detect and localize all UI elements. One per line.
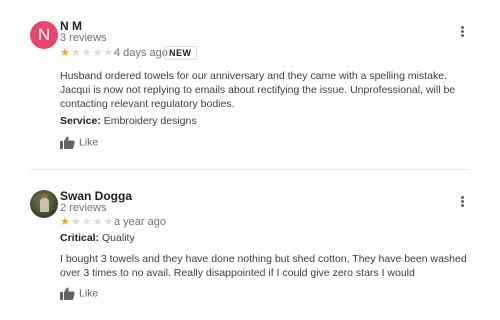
more-options-icon[interactable] [457,25,467,39]
reviewer-name[interactable]: N M [60,19,82,33]
review-critical: Critical: Quality [60,232,135,244]
thumbs-up-icon [60,287,75,300]
review-count: 2 reviews [60,202,107,214]
star-empty-icon: ★★★★ [70,47,115,59]
critical-value: Quality [102,232,135,244]
review-date: 4 days ago [114,47,168,59]
like-label: Like [79,287,99,300]
new-badge: NEW [164,46,197,60]
like-button[interactable]: Like [60,287,98,300]
thumbs-up-icon [60,136,75,149]
like-button[interactable]: Like [60,136,98,149]
service-label: Service: [60,115,101,127]
review-count: 3 reviews [60,32,107,44]
star-filled-icon: ★ [60,216,71,228]
star-rating: ★★★★★ [60,216,114,228]
more-options-icon[interactable] [457,195,467,209]
review-text: Husband ordered towels for our anniversa… [60,70,456,110]
critical-label: Critical: [60,232,100,244]
review-divider [30,169,470,170]
review-date: a year ago [114,216,166,228]
avatar[interactable]: N [30,21,58,49]
review-service: Service: Embroidery designs [60,115,197,127]
like-label: Like [79,136,99,149]
service-value: Embroidery designs [103,115,197,127]
avatar[interactable] [30,190,58,218]
reviewer-name[interactable]: Swan Dogga [60,189,132,203]
star-rating: ★★★★★ [60,47,114,59]
star-filled-icon: ★ [60,47,71,59]
review-text: I bought 3 towels and they have done not… [60,253,467,279]
star-empty-icon: ★★★★ [70,216,115,228]
